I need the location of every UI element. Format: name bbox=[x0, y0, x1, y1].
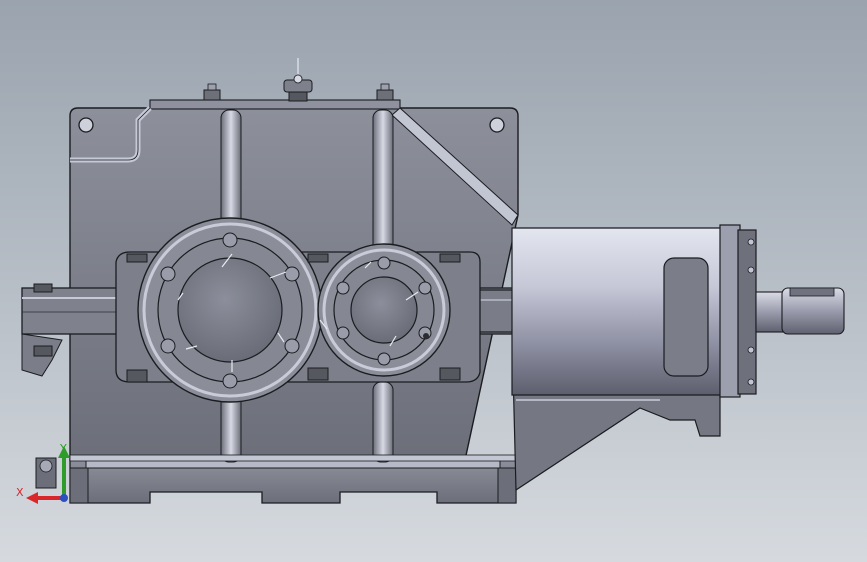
housing-base bbox=[69, 459, 517, 504]
output-shaft bbox=[755, 287, 845, 335]
large-bearing-cover bbox=[137, 217, 323, 403]
gearbox-model[interactable] bbox=[0, 0, 867, 562]
small-bearing-cover bbox=[317, 243, 451, 377]
graphics-viewport[interactable]: X Y bbox=[0, 0, 867, 562]
motor bbox=[511, 224, 757, 398]
top-bolts bbox=[203, 58, 394, 102]
